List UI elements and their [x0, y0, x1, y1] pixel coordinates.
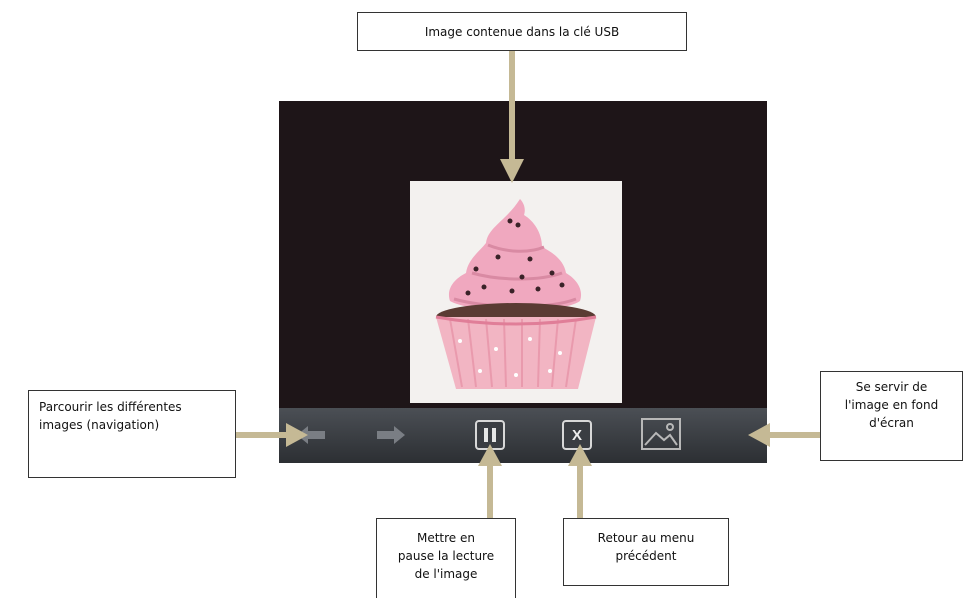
- callout-back-line1: Retour au menu: [597, 531, 695, 545]
- callout-wallpaper-line3: d'écran: [869, 416, 914, 430]
- callout-wallpaper: Se servir de l'image en fond d'écran: [820, 371, 963, 461]
- callout-pause-line3: de l'image: [414, 567, 478, 581]
- callout-pause: Mettre en pause la lecture de l'image: [376, 518, 516, 598]
- wallpaper-icon: [641, 418, 681, 450]
- viewer-toolbar: X: [279, 408, 767, 463]
- callout-pause-line2: pause la lecture: [397, 549, 495, 563]
- close-icon: X: [571, 426, 582, 444]
- callout-navigation: Parcourir les différentes images (naviga…: [28, 390, 236, 478]
- arrow-to-wallpaper: [748, 423, 820, 447]
- next-arrow-icon[interactable]: [375, 424, 407, 450]
- callout-back: Retour au menu précédent: [563, 518, 729, 586]
- arrow-to-close: [568, 444, 592, 518]
- callout-back-line2: précédent: [615, 549, 677, 563]
- callout-image-source: Image contenue dans la clé USB: [357, 12, 687, 51]
- callout-pause-line1: Mettre en: [416, 531, 475, 545]
- arrow-to-image: [500, 51, 524, 183]
- wallpaper-button[interactable]: [641, 418, 681, 454]
- callout-image-source-text: Image contenue dans la clé USB: [424, 24, 620, 39]
- callout-navigation-line2: images (navigation): [39, 418, 160, 432]
- pause-icon: [484, 428, 496, 442]
- callout-navigation-line1: Parcourir les différentes: [39, 400, 182, 414]
- arrow-to-pause: [478, 444, 502, 518]
- arrow-to-navigation: [236, 423, 308, 447]
- cupcake-photo: [410, 181, 622, 403]
- callout-wallpaper-line1: Se servir de: [855, 380, 928, 394]
- callout-wallpaper-line2: l'image en fond: [844, 398, 939, 412]
